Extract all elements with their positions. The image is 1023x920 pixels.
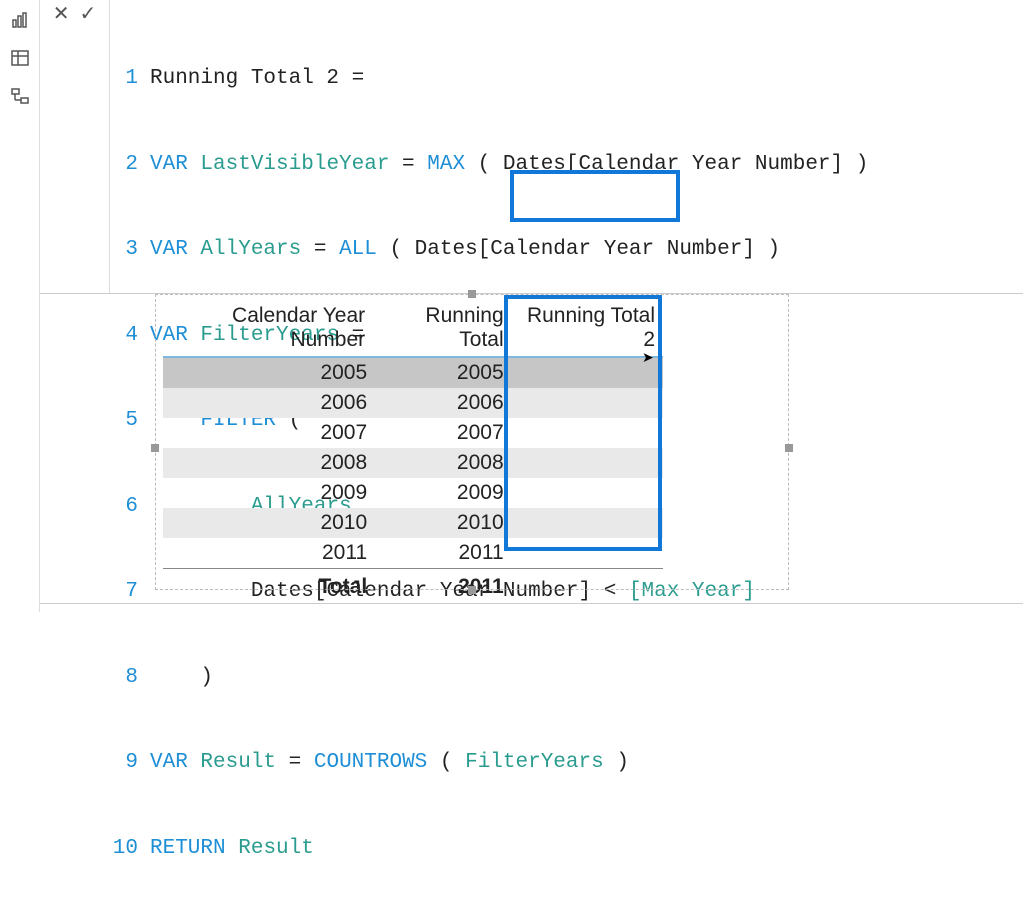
code-text: Running Total 2 = bbox=[144, 65, 364, 94]
line-number: 3 bbox=[110, 236, 144, 265]
table-row[interactable]: 20102010 bbox=[163, 508, 663, 538]
line-number: 1 bbox=[110, 65, 144, 94]
table-row[interactable]: 20112011 bbox=[163, 538, 663, 569]
dax-editor[interactable]: 1Running Total 2 = 2VAR LastVisibleYear … bbox=[110, 0, 1023, 293]
line-number: 8 bbox=[110, 664, 144, 693]
resize-handle-left[interactable] bbox=[151, 444, 159, 452]
cancel-formula-icon[interactable]: ✕ bbox=[53, 4, 70, 24]
view-switcher-rail bbox=[0, 0, 40, 612]
table-visual[interactable]: Calendar Year Number Running Total Runni… bbox=[155, 294, 789, 590]
table-row[interactable]: 20062006 bbox=[163, 388, 663, 418]
table-total-row: Total 2011 bbox=[163, 569, 663, 603]
line-number: 10 bbox=[110, 835, 144, 864]
formula-bar: ✕ ✓ 1Running Total 2 = 2VAR LastVisibleY… bbox=[40, 0, 1023, 294]
formula-actions: ✕ ✓ bbox=[40, 0, 110, 293]
table-row[interactable]: 20092009 bbox=[163, 478, 663, 508]
table-row[interactable]: 20052005 bbox=[163, 357, 663, 388]
results-table: Calendar Year Number Running Total Runni… bbox=[163, 298, 663, 602]
line-number: 6 bbox=[110, 493, 144, 522]
resize-handle-top[interactable] bbox=[468, 290, 476, 298]
line-number: 2 bbox=[110, 151, 144, 180]
line-number: 9 bbox=[110, 749, 144, 778]
resize-handle-right[interactable] bbox=[785, 444, 793, 452]
panel-divider bbox=[40, 603, 1023, 604]
table-row[interactable]: 20072007 bbox=[163, 418, 663, 448]
report-view-icon[interactable] bbox=[10, 10, 30, 30]
table-row[interactable]: 20082008 bbox=[163, 448, 663, 478]
line-number: 4 bbox=[110, 322, 144, 351]
commit-formula-icon[interactable]: ✓ bbox=[80, 4, 97, 24]
model-view-icon[interactable] bbox=[10, 86, 30, 106]
resize-handle-bottom[interactable] bbox=[468, 586, 476, 594]
column-header-year[interactable]: Calendar Year Number bbox=[163, 298, 375, 357]
line-number: 5 bbox=[110, 407, 144, 436]
data-view-icon[interactable] bbox=[10, 48, 30, 68]
column-header-running-total-2[interactable]: Running Total 2 bbox=[512, 298, 663, 357]
column-header-running-total[interactable]: Running Total bbox=[375, 298, 511, 357]
